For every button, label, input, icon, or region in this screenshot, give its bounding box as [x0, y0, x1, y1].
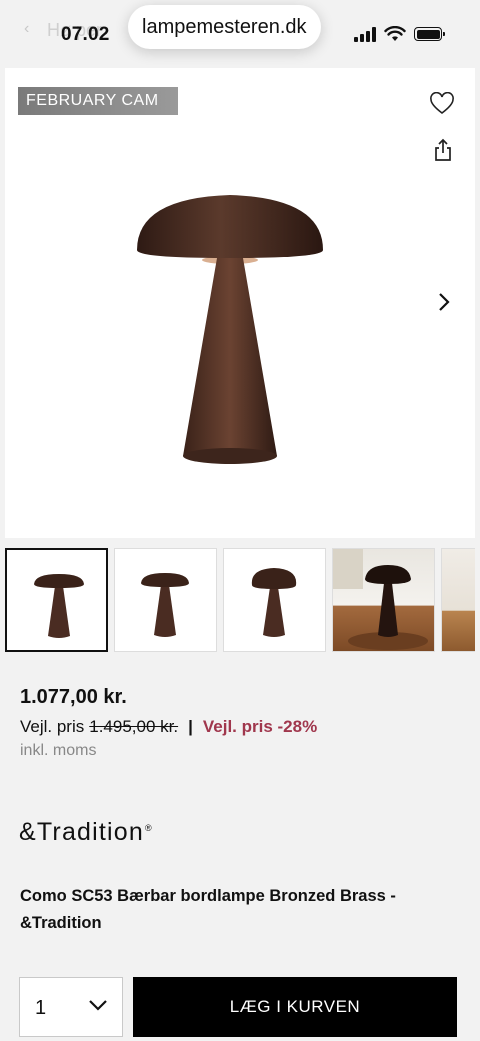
thumbnail-4-lifestyle[interactable] — [332, 548, 435, 652]
product-price: 1.077,00 kr. — [20, 686, 127, 708]
rrp-label: Vejl. pris — [20, 717, 85, 736]
product-title: Como SC53 Bærbar bordlampe Bronzed Brass… — [20, 887, 396, 932]
thumbnail-lamp-icon — [333, 549, 428, 650]
product-image-lamp — [137, 195, 323, 464]
brand-name: &Tradition — [19, 818, 145, 846]
vat-note: inkl. moms — [20, 742, 97, 759]
rrp-separator: | — [188, 717, 193, 736]
chevron-down-icon — [89, 1000, 107, 1011]
promo-badge: FEBRUARY CAM — [18, 87, 178, 115]
battery-icon — [414, 27, 445, 41]
thumbnail-lamp-icon — [251, 568, 297, 637]
brand-registered-mark: ® — [145, 822, 153, 833]
quantity-select[interactable]: 1 — [19, 977, 123, 1037]
rrp-row: Vejl. pris 1.495,00 kr. | Vejl. pris -28… — [20, 717, 317, 737]
thumbnail-1[interactable] — [5, 548, 108, 652]
status-time: 07.02 — [61, 24, 110, 45]
thumbnail-3[interactable] — [223, 548, 326, 652]
thumbnail-lamp-icon — [34, 574, 84, 638]
url-bar[interactable]: lampemesteren.dk — [128, 5, 321, 49]
chevron-right-icon[interactable] — [435, 290, 453, 314]
thumbnail-2[interactable] — [114, 548, 217, 652]
thumbnail-lamp-icon — [141, 573, 189, 637]
wifi-icon — [384, 26, 406, 41]
product-image-gallery[interactable]: FEBRUARY CAM — [5, 68, 475, 538]
add-to-cart-button[interactable]: LÆG I KURVEN — [133, 977, 457, 1037]
brand-logo[interactable]: &Tradition® — [19, 818, 153, 847]
quantity-value: 1 — [35, 997, 47, 1019]
back-chevron-icon[interactable]: ‹ — [24, 20, 29, 38]
rrp-old-price: 1.495,00 kr. — [89, 717, 179, 736]
discount-label: Vejl. pris -28% — [202, 717, 318, 736]
share-icon[interactable] — [433, 138, 453, 162]
heart-icon[interactable] — [429, 92, 455, 116]
thumbnail-5-lifestyle[interactable] — [441, 548, 475, 652]
cellular-signal-icon — [354, 26, 376, 42]
status-icons — [354, 26, 445, 42]
thumbnail-strip[interactable] — [5, 548, 475, 652]
